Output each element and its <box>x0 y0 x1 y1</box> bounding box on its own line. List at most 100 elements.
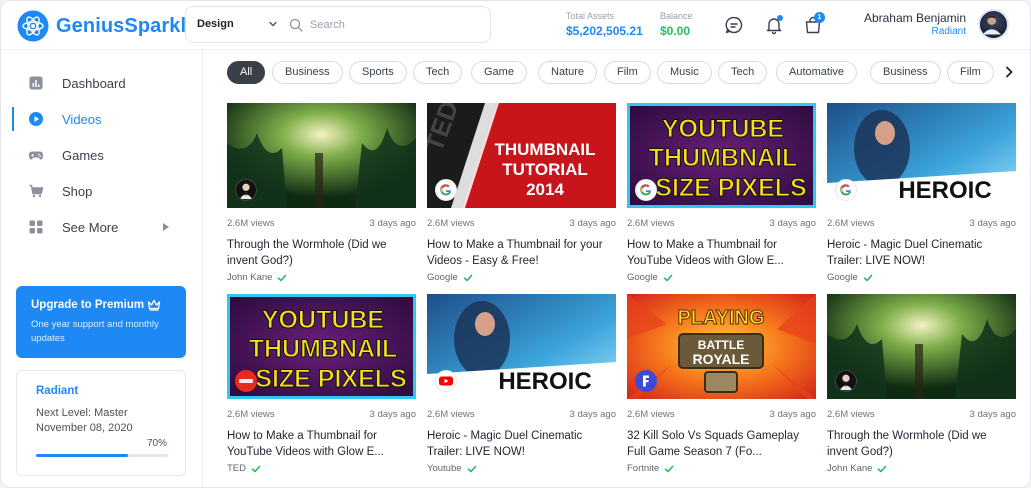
video-thumbnail[interactable]: TED THUMBNAIL TUTORIAL 2014 <box>427 103 616 208</box>
video-thumbnail[interactable]: PLAYING BATTLE ROYALE <box>627 294 816 399</box>
category-select[interactable]: Design <box>197 18 234 30</box>
total-assets: Total Assets $5,202,505.21 <box>566 11 643 38</box>
video-card[interactable]: YOUTUBE THUMBNAIL SIZE PIXELS 2.6M views… <box>227 294 416 474</box>
shopping-bag-button[interactable]: 1 <box>802 12 825 36</box>
channel-name[interactable]: Google <box>827 272 858 283</box>
channel-row: Fortnite <box>627 463 816 474</box>
video-thumbnail[interactable]: YOUTUBE THUMBNAIL SIZE PIXELS <box>627 103 816 208</box>
video-meta: 2.6M views 3 days ago <box>427 409 616 422</box>
atom-logo-icon <box>17 10 49 42</box>
video-title[interactable]: Through the Wormhole (Did we invent God?… <box>227 237 416 269</box>
app-name: GeniusSparkle <box>56 14 198 37</box>
video-card[interactable]: HEROIC 2.6M views 3 days ago Heroic - Ma… <box>427 294 616 474</box>
video-thumbnail[interactable]: HEROIC <box>827 103 1016 208</box>
chip-sports[interactable]: Sports <box>349 61 407 84</box>
sidebar-item-games[interactable]: Games <box>1 141 201 169</box>
chip-automative[interactable]: Automative <box>776 61 858 84</box>
channel-name[interactable]: Google <box>427 272 458 283</box>
cart-count-badge: 1 <box>814 12 825 23</box>
channel-avatar <box>835 370 857 392</box>
video-thumbnail[interactable] <box>227 103 416 208</box>
chip-film[interactable]: Film <box>604 61 651 84</box>
balance-value: $0.00 <box>660 24 691 38</box>
chip-nature[interactable]: Nature <box>538 61 598 84</box>
user-role: Radiant <box>931 26 966 37</box>
sidebar-item-shop[interactable]: Shop <box>1 177 201 205</box>
video-title[interactable]: 32 Kill Solo Vs Squads Gameplay Full Gam… <box>627 428 816 460</box>
chip-tech-2[interactable]: Tech <box>718 61 768 84</box>
video-card[interactable]: YOUTUBE THUMBNAIL SIZE PIXELS 2.6M views… <box>627 103 816 283</box>
chip-film-2[interactable]: Film <box>947 61 994 84</box>
svg-text:TUTORIAL: TUTORIAL <box>502 160 588 179</box>
video-title[interactable]: Through the Wormhole (Did we invent God?… <box>827 428 1016 460</box>
avatar[interactable] <box>978 9 1009 40</box>
logo[interactable]: GeniusSparkle <box>17 10 197 42</box>
verified-check-icon <box>664 465 674 472</box>
level-date: November 08, 2020 <box>36 422 133 434</box>
verified-check-icon <box>463 274 472 281</box>
search-icon[interactable] <box>289 18 303 32</box>
sidebar-item-see-more[interactable]: See More <box>1 213 201 241</box>
search-input[interactable] <box>310 15 480 35</box>
video-card[interactable]: TED THUMBNAIL TUTORIAL 2014 2.6M views 3… <box>427 103 616 283</box>
level-progress-track <box>36 454 168 457</box>
upgrade-premium-card[interactable]: Upgrade to Premium One year support and … <box>16 286 186 358</box>
channel-name[interactable]: Youtube <box>427 463 462 474</box>
premium-subtitle: One year support and monthly updates <box>31 319 159 344</box>
view-count: 2.6M views <box>627 218 675 229</box>
video-card[interactable]: 2.6M views 3 days ago Through the Wormho… <box>227 103 416 283</box>
user-name[interactable]: Abraham Benjamin <box>864 11 966 25</box>
channel-name[interactable]: Google <box>627 272 658 283</box>
google-logo-icon <box>635 179 657 201</box>
channel-name[interactable]: TED <box>227 463 246 474</box>
upload-time: 3 days ago <box>369 409 416 420</box>
chip-music[interactable]: Music <box>657 61 712 84</box>
video-card[interactable]: HEROIC 2.6M views 3 days ago Heroic - Ma… <box>827 103 1016 283</box>
view-count: 2.6M views <box>627 409 675 420</box>
video-card[interactable]: PLAYING BATTLE ROYALE 2.6M views 3 days … <box>627 294 816 474</box>
video-thumbnail[interactable]: HEROIC <box>427 294 616 399</box>
channel-name[interactable]: John Kane <box>827 463 872 474</box>
balance: Balance $0.00 <box>660 11 693 38</box>
video-title[interactable]: How to Make a Thumbnail for YouTube Vide… <box>227 428 416 460</box>
svg-text:ROYALE: ROYALE <box>692 351 749 367</box>
upload-time: 3 days ago <box>569 218 616 229</box>
svg-text:HEROIC: HEROIC <box>498 368 591 395</box>
svg-text:BATTLE: BATTLE <box>698 338 744 352</box>
video-thumbnail[interactable]: YOUTUBE THUMBNAIL SIZE PIXELS <box>227 294 416 399</box>
verified-check-icon <box>278 274 287 281</box>
chevron-right-icon <box>163 223 169 231</box>
view-count: 2.6M views <box>827 218 875 229</box>
sidebar-item-dashboard[interactable]: Dashboard <box>1 69 201 97</box>
chevron-down-icon[interactable] <box>268 19 278 29</box>
youtube-logo-icon <box>435 370 457 392</box>
video-card[interactable]: 2.6M views 3 days ago Through the Wormho… <box>827 294 1016 474</box>
verified-check-icon <box>863 274 872 281</box>
chip-business-2[interactable]: Business <box>870 61 941 84</box>
video-title[interactable]: Heroic - Magic Duel Cinematic Trailer: L… <box>427 428 616 460</box>
svg-text:YOUTUBE: YOUTUBE <box>262 306 384 334</box>
chip-game[interactable]: Game <box>471 61 527 84</box>
chip-business[interactable]: Business <box>272 61 343 84</box>
chevron-right-icon[interactable] <box>1003 65 1015 79</box>
chat-icon <box>725 16 743 34</box>
chip-tech[interactable]: Tech <box>413 61 463 84</box>
view-count: 2.6M views <box>227 409 275 420</box>
video-thumbnail[interactable] <box>827 294 1016 399</box>
video-title[interactable]: How to Make a Thumbnail for YouTube Vide… <box>627 237 816 269</box>
notifications-button[interactable] <box>763 14 785 36</box>
upload-time: 3 days ago <box>369 218 416 229</box>
app-window: GeniusSparkle Design Total Assets $5,202… <box>0 0 1031 488</box>
chip-all[interactable]: All <box>227 61 266 84</box>
video-meta: 2.6M views 3 days ago <box>227 218 416 231</box>
chat-button[interactable] <box>723 14 745 36</box>
fortnite-logo-icon <box>635 370 657 392</box>
sidebar-item-videos[interactable]: Videos <box>1 105 201 133</box>
level-percentage: 70% <box>146 438 167 449</box>
verified-check-icon <box>878 465 887 472</box>
channel-name[interactable]: John Kane <box>227 272 272 283</box>
channel-name[interactable]: Fortnite <box>627 463 659 474</box>
verified-check-icon <box>467 465 476 472</box>
video-title[interactable]: Heroic - Magic Duel Cinematic Trailer: L… <box>827 237 1016 269</box>
video-title[interactable]: How to Make a Thumbnail for your Videos … <box>427 237 616 269</box>
